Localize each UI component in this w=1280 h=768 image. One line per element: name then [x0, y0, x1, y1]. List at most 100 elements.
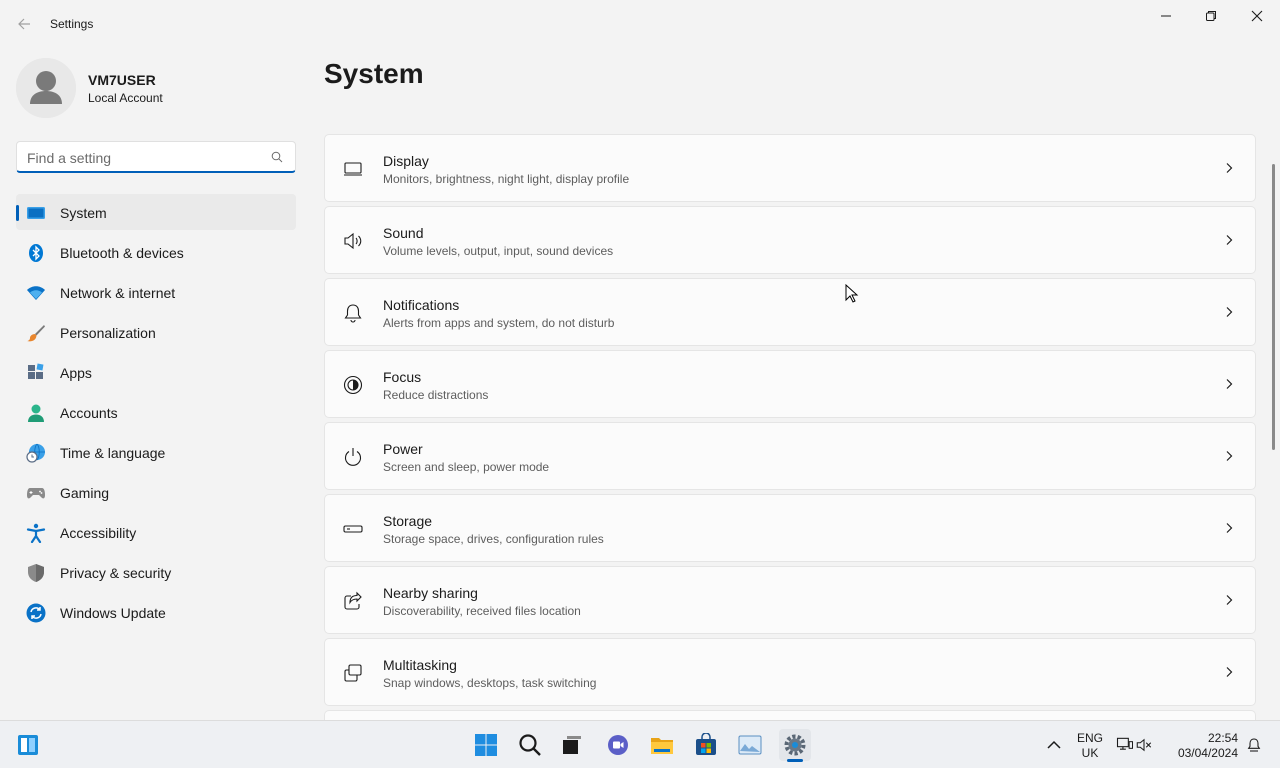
sidebar-item-label: Privacy & security: [60, 565, 172, 581]
start-icon: [475, 734, 497, 756]
close-icon: [1251, 10, 1263, 22]
power-icon: [343, 447, 363, 467]
gamepad-icon: [26, 483, 46, 503]
taskbar-search-button[interactable]: [514, 729, 546, 761]
chevron-right-icon: [1226, 163, 1233, 173]
minimize-button[interactable]: [1143, 0, 1189, 32]
title-bar: Settings: [0, 0, 1280, 48]
chevron-up-icon: [1047, 740, 1061, 749]
globe-clock-icon: [26, 443, 46, 463]
apps-icon: [26, 363, 46, 383]
volume-muted-icon: [1136, 738, 1152, 752]
card-display[interactable]: Display Monitors, brightness, night ligh…: [324, 134, 1256, 202]
sidebar-item-apps[interactable]: Apps: [16, 354, 296, 390]
sidebar-nav: System Bluetooth & devices Network & int…: [16, 194, 296, 634]
clock[interactable]: 22:54 03/04/2024: [1170, 731, 1238, 761]
sidebar-item-network[interactable]: Network & internet: [16, 274, 296, 310]
card-storage[interactable]: Storage Storage space, drives, configura…: [324, 494, 1256, 562]
sidebar-item-label: Gaming: [60, 485, 110, 501]
search-input[interactable]: [27, 148, 257, 168]
card-title: Sound: [383, 225, 424, 241]
sidebar-item-label: System: [60, 205, 107, 221]
file-explorer-icon: [651, 738, 673, 754]
card-sound[interactable]: Sound Volume levels, output, input, soun…: [324, 206, 1256, 274]
card-subtitle: Volume levels, output, input, sound devi…: [383, 244, 614, 258]
card-power[interactable]: Power Screen and sleep, power mode: [324, 422, 1256, 490]
settings-taskbar-button[interactable]: [779, 729, 811, 761]
restore-button[interactable]: [1188, 0, 1234, 32]
card-subtitle: Monitors, brightness, night light, displ…: [383, 172, 630, 186]
multitasking-icon: [343, 663, 363, 683]
notification-center-button[interactable]: [1242, 729, 1266, 761]
chevron-right-icon: [1226, 667, 1233, 677]
app-title: Settings: [50, 17, 94, 31]
chat-button[interactable]: [602, 729, 634, 761]
chevron-right-icon: [1226, 307, 1233, 317]
user-profile[interactable]: VM7USER Local Account: [16, 58, 296, 118]
widgets-button[interactable]: [12, 729, 44, 761]
sidebar-item-gaming[interactable]: Gaming: [16, 474, 296, 510]
vertical-scrollbar[interactable]: [1272, 164, 1275, 450]
notification-bell-icon: [1247, 738, 1261, 752]
task-view-button[interactable]: [556, 729, 588, 761]
sidebar-item-label: Windows Update: [60, 605, 166, 621]
card-title: Nearby sharing: [383, 585, 478, 601]
chevron-right-icon: [1226, 379, 1233, 389]
sidebar-item-windows-update[interactable]: Windows Update: [16, 594, 296, 630]
sidebar-item-label: Accounts: [60, 405, 118, 421]
chevron-right-icon: [1226, 523, 1233, 533]
card-subtitle: Reduce distractions: [383, 388, 489, 402]
card-subtitle: Alerts from apps and system, do not dist…: [383, 316, 615, 330]
sidebar-item-privacy[interactable]: Privacy & security: [16, 554, 296, 590]
sidebar-item-bluetooth[interactable]: Bluetooth & devices: [16, 234, 296, 270]
quick-settings-button[interactable]: [1112, 729, 1156, 761]
share-icon: [343, 591, 363, 611]
focus-icon: [343, 375, 363, 395]
card-notifications[interactable]: Notifications Alerts from apps and syste…: [324, 278, 1256, 346]
update-icon: [26, 603, 46, 623]
store-button[interactable]: [690, 729, 722, 761]
paintbrush-icon: [26, 323, 46, 343]
sidebar-item-label: Personalization: [60, 325, 156, 341]
chat-icon: [608, 735, 628, 755]
settings-search[interactable]: [16, 141, 296, 173]
time: 22:54: [1207, 731, 1238, 745]
file-explorer-button[interactable]: [646, 729, 678, 761]
search-icon: [271, 151, 283, 163]
card-focus[interactable]: Focus Reduce distractions: [324, 350, 1256, 418]
restore-icon: [1206, 11, 1216, 21]
settings-icon: [784, 734, 806, 756]
display-icon: [343, 159, 363, 179]
sidebar-item-personalization[interactable]: Personalization: [16, 314, 296, 350]
chevron-right-icon: [1226, 235, 1233, 245]
date: 03/04/2024: [1177, 746, 1238, 760]
card-title: Power: [383, 441, 423, 457]
user-name: VM7USER: [88, 72, 156, 88]
task-view-icon: [563, 736, 581, 754]
photos-button[interactable]: [734, 729, 766, 761]
start-button[interactable]: [470, 729, 502, 761]
input-language[interactable]: ENG UK: [1076, 731, 1104, 761]
sidebar-item-accessibility[interactable]: Accessibility: [16, 514, 296, 550]
shield-icon: [26, 563, 46, 583]
avatar: [16, 58, 76, 118]
close-button[interactable]: [1234, 0, 1280, 32]
sidebar-item-label: Apps: [60, 365, 92, 381]
chevron-right-icon: [1226, 595, 1233, 605]
sidebar-item-accounts[interactable]: Accounts: [16, 394, 296, 430]
sidebar-item-time-language[interactable]: Time & language: [16, 434, 296, 470]
back-button[interactable]: [12, 12, 36, 36]
back-arrow-icon: [18, 18, 30, 30]
page-title: System: [324, 58, 424, 89]
card-nearby-sharing[interactable]: Nearby sharing Discoverability, received…: [324, 566, 1256, 634]
active-app-indicator: [787, 759, 803, 762]
card-subtitle: Storage space, drives, configuration rul…: [383, 532, 604, 546]
sidebar-item-label: Bluetooth & devices: [60, 245, 184, 261]
card-subtitle: Snap windows, desktops, task switching: [383, 676, 597, 690]
chevron-right-icon: [1226, 451, 1233, 461]
sidebar-item-system[interactable]: System: [16, 194, 296, 230]
show-hidden-icons-button[interactable]: [1038, 729, 1070, 761]
card-title: Focus: [383, 369, 422, 385]
card-multitasking[interactable]: Multitasking Snap windows, desktops, tas…: [324, 638, 1256, 706]
minimize-icon: [1161, 15, 1171, 17]
